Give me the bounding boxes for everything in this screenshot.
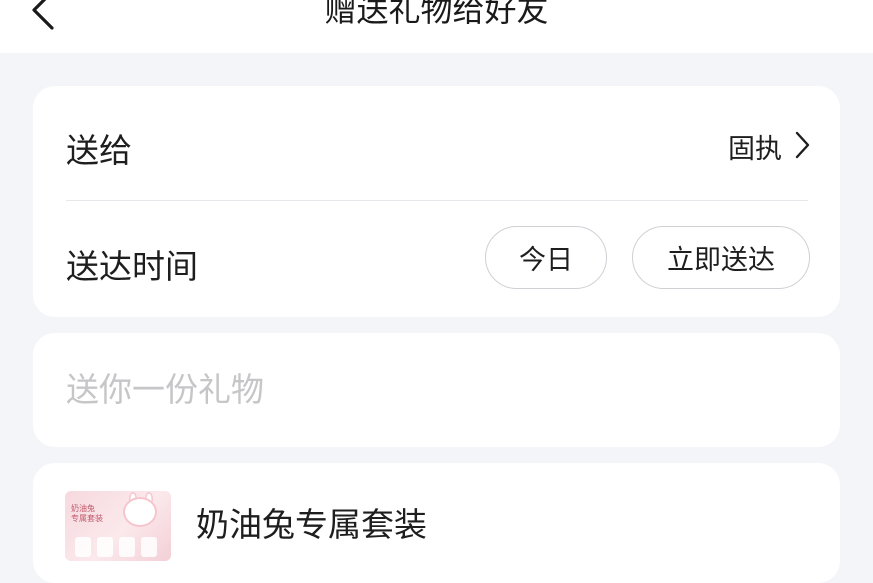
thumbnail-text: 奶油兔 bbox=[71, 504, 95, 513]
thumbnail-item-shape bbox=[119, 537, 135, 557]
product-card[interactable]: 奶油兔 专属套装 奶油兔专属套装 bbox=[33, 463, 840, 583]
divider bbox=[66, 200, 808, 201]
thumbnail-item-shape bbox=[75, 537, 91, 557]
date-option-button[interactable]: 今日 bbox=[485, 226, 607, 289]
timing-option-button[interactable]: 立即送达 bbox=[632, 226, 810, 289]
product-name: 奶油兔专属套装 bbox=[196, 505, 427, 544]
product-thumbnail: 奶油兔 专属套装 bbox=[65, 491, 171, 561]
delivery-time-label: 送达时间 bbox=[66, 247, 198, 286]
thumbnail-item-shape bbox=[141, 537, 157, 557]
thumbnail-item-shape bbox=[97, 537, 113, 557]
bunny-head-shape bbox=[123, 497, 157, 527]
thumbnail-text: 专属套装 bbox=[71, 514, 103, 523]
page-title: 赠送礼物给好友 bbox=[324, 0, 549, 29]
recipient-card: 送给 固执 送达时间 今日 立即送达 bbox=[33, 86, 840, 317]
top-nav-bar: 赠送礼物给好友 bbox=[0, 0, 873, 53]
message-card: 送你一份礼物 bbox=[33, 333, 840, 447]
gift-message-input[interactable]: 送你一份礼物 bbox=[66, 363, 766, 411]
recipient-name: 固执 bbox=[728, 134, 782, 165]
recipient-selector[interactable]: 固执 bbox=[728, 127, 810, 166]
send-to-label: 送给 bbox=[66, 131, 132, 170]
chevron-right-icon bbox=[794, 130, 810, 164]
